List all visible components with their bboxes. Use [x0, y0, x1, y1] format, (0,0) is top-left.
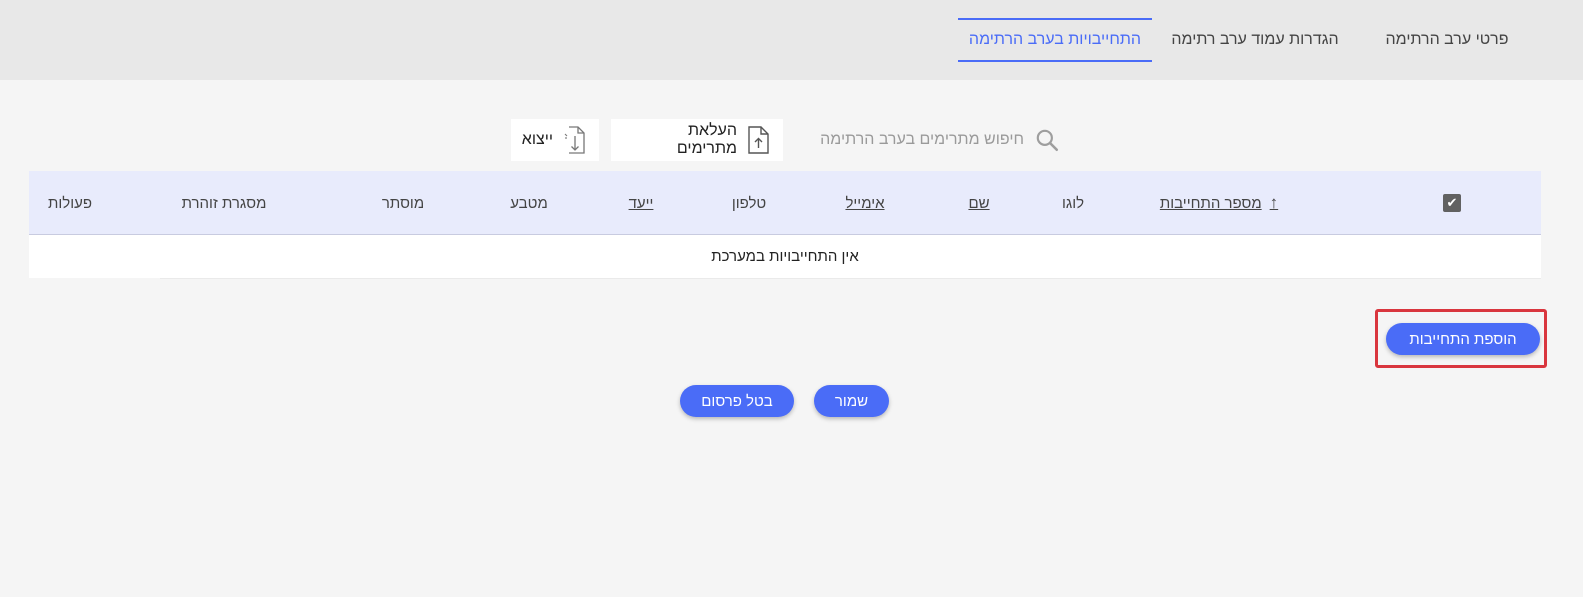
commitments-table: ✔ ↑ מספר התחייבות לוגו שם אימייל טלפון י…: [29, 171, 1541, 279]
column-commitment-number-label: מספר התחייבות: [1159, 194, 1262, 212]
select-all-checkbox[interactable]: ✔: [1443, 194, 1461, 212]
tab-page-settings[interactable]: הגדרות עמוד ערב רתימה: [1160, 18, 1350, 62]
unpublish-button[interactable]: בטל פרסום: [680, 385, 794, 417]
row-divider: [160, 278, 1541, 279]
add-commitment-button[interactable]: הוספת התחייבות: [1386, 323, 1540, 355]
file-download-icon: [564, 126, 585, 154]
upload-donors-button[interactable]: העלאת מתרימים: [611, 119, 783, 161]
column-currency: מטבע: [510, 194, 548, 212]
column-target[interactable]: ייעד: [619, 171, 663, 235]
table-header: ✔ ↑ מספר התחייבות לוגו שם אימייל טלפון י…: [29, 171, 1541, 235]
column-hidden: מוסתר: [381, 194, 425, 212]
search-input[interactable]: [814, 131, 1024, 149]
export-button[interactable]: ייצוא: [511, 119, 599, 161]
column-logo: לוגו: [1061, 194, 1085, 212]
search-icon[interactable]: [1034, 127, 1060, 153]
sort-arrow-icon: ↑: [1269, 193, 1279, 212]
tab-commitments[interactable]: התחייבויות בערב הרתימה: [958, 18, 1152, 62]
search-box: [805, 120, 1060, 160]
empty-table-message: אין התחייבויות במערכת: [29, 235, 1541, 279]
save-button[interactable]: שמור: [814, 385, 889, 417]
column-commitment-number[interactable]: ↑ מספר התחייבות: [1149, 171, 1289, 235]
export-label: ייצוא: [521, 131, 553, 148]
column-golden-frame: מסגרת זוהרת: [181, 194, 267, 212]
file-upload-icon: [748, 126, 769, 154]
upload-donors-label: העלאת מתרימים: [676, 122, 737, 157]
row-divider-gap: [29, 278, 160, 279]
column-name[interactable]: שם: [957, 171, 1001, 235]
top-tab-bar: פרטי ערב הרתימה הגדרות עמוד ערב רתימה הת…: [0, 0, 1583, 80]
column-actions: פעולות: [48, 194, 92, 212]
column-email[interactable]: אימייל: [835, 171, 895, 235]
column-phone: טלפון: [731, 194, 767, 212]
tab-event-details[interactable]: פרטי ערב הרתימה: [1372, 18, 1522, 62]
empty-message-text: אין התחייבויות במערכת: [711, 248, 859, 265]
